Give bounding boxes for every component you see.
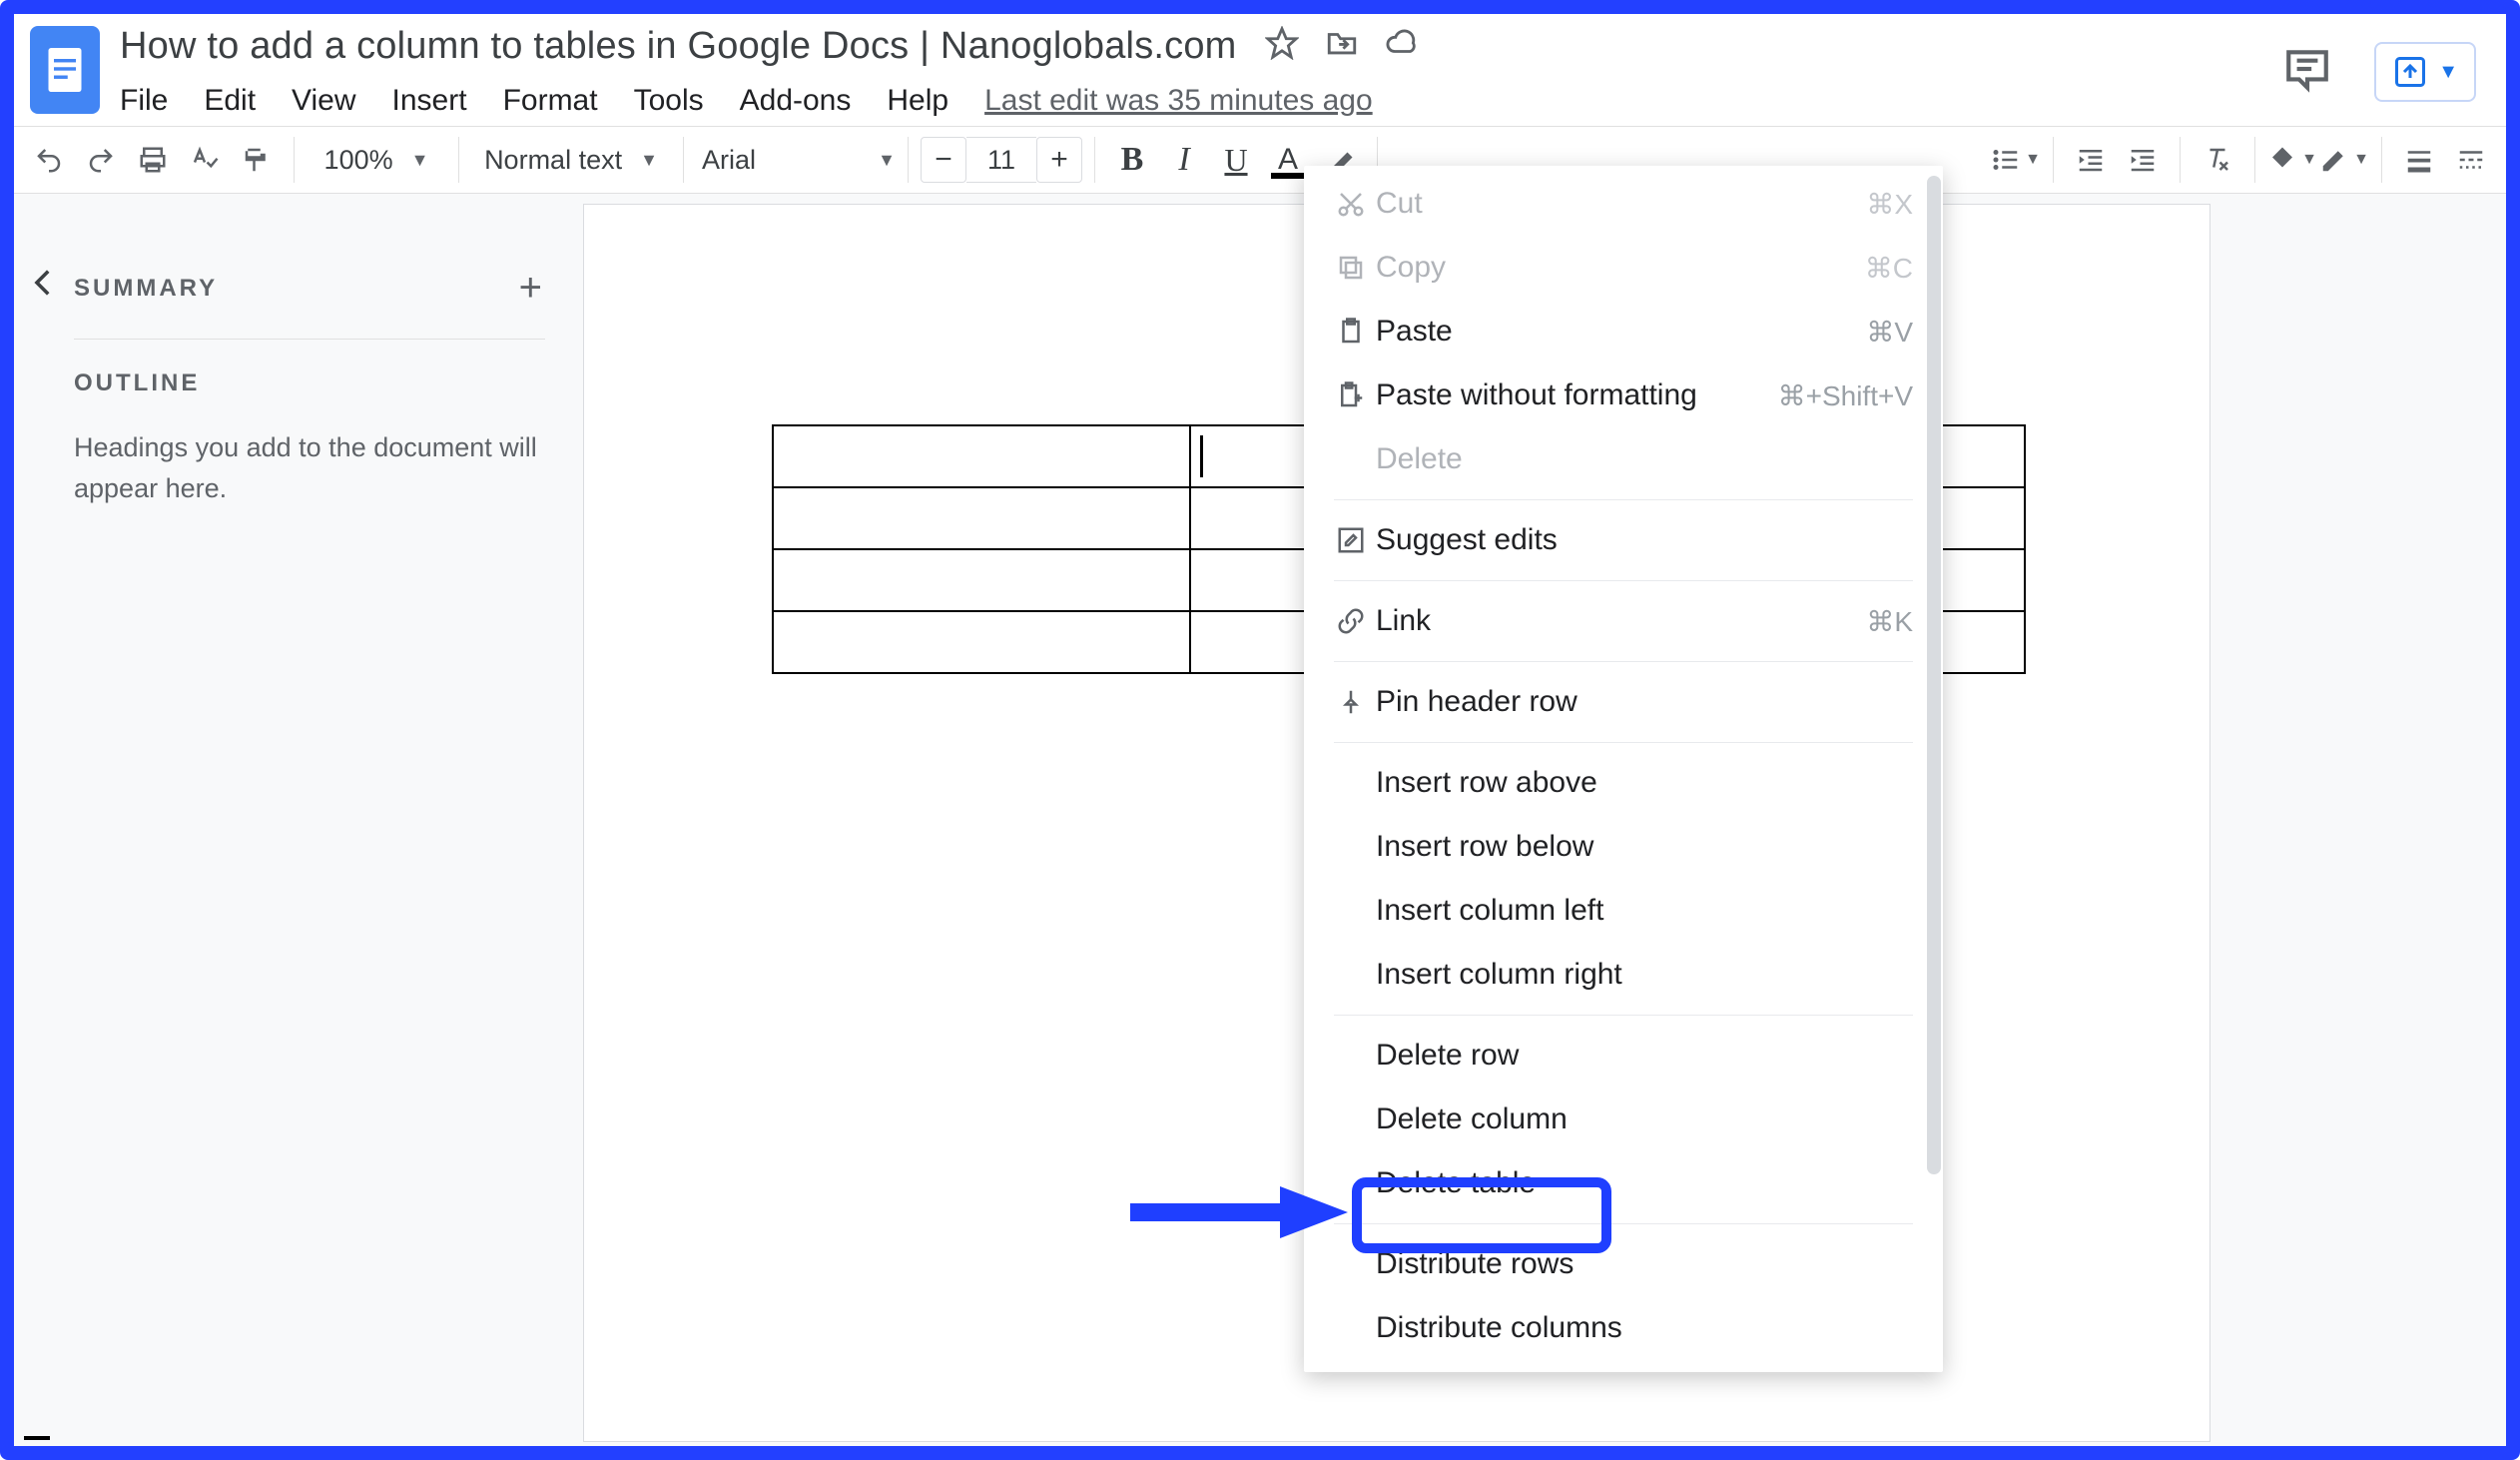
fill-color-button[interactable]: ▼ — [2267, 135, 2317, 185]
font-size-decrease[interactable]: − — [921, 137, 966, 183]
menu-format[interactable]: Format — [503, 84, 598, 118]
context-menu: Cut⌘X Copy⌘C Paste⌘V Paste without forma… — [1304, 166, 1943, 1372]
cm-distribute-columns[interactable]: Distribute columns — [1304, 1296, 1943, 1360]
open-comments-icon[interactable] — [2282, 44, 2332, 101]
hide-outline-icon[interactable] — [27, 266, 61, 1446]
border-style-button[interactable] — [2446, 135, 2496, 185]
cm-paste[interactable]: Paste⌘V — [1304, 300, 1943, 364]
toolbar: 100%▼ Normal text▼ Arial▼ − 11 + B I U A… — [14, 126, 2506, 194]
bold-button[interactable]: B — [1107, 135, 1157, 185]
outline-empty-text: Headings you add to the document will ap… — [74, 427, 545, 508]
clear-formatting-button[interactable] — [2193, 135, 2242, 185]
chevron-down-icon: ▼ — [2438, 61, 2458, 84]
cm-delete-table[interactable]: Delete table — [1304, 1151, 1943, 1215]
outline-heading: OUTLINE — [74, 369, 545, 427]
border-color-button[interactable]: ▼ — [2319, 135, 2369, 185]
text-cursor — [1200, 435, 1203, 477]
menu-insert[interactable]: Insert — [392, 84, 467, 118]
cm-suggest-edits[interactable]: Suggest edits — [1304, 508, 1943, 572]
cm-insert-column-left[interactable]: Insert column left — [1304, 879, 1943, 943]
redo-button[interactable] — [76, 135, 126, 185]
cm-cut: Cut⌘X — [1304, 172, 1943, 236]
spellcheck-button[interactable] — [180, 135, 230, 185]
summary-heading: SUMMARY — [74, 275, 218, 303]
cm-delete: Delete — [1304, 427, 1943, 491]
paint-format-button[interactable] — [232, 135, 282, 185]
copy-icon — [1326, 253, 1376, 283]
docs-logo-icon[interactable] — [30, 26, 100, 114]
bulleted-list-button[interactable]: ▼ — [1991, 135, 2041, 185]
menu-edit[interactable]: Edit — [204, 84, 256, 118]
italic-button[interactable]: I — [1159, 135, 1209, 185]
menu-file[interactable]: File — [120, 84, 168, 118]
underline-button[interactable]: U — [1211, 135, 1261, 185]
cm-insert-column-right[interactable]: Insert column right — [1304, 943, 1943, 1007]
border-width-button[interactable] — [2394, 135, 2444, 185]
font-family-select[interactable]: Arial▼ — [696, 135, 896, 185]
cm-delete-column[interactable]: Delete column — [1304, 1088, 1943, 1151]
move-to-folder-icon[interactable] — [1325, 26, 1359, 67]
font-size-input[interactable]: 11 — [966, 137, 1036, 183]
cm-insert-row-above[interactable]: Insert row above — [1304, 751, 1943, 815]
title-bar: How to add a column to tables in Google … — [14, 14, 2506, 126]
document-title[interactable]: How to add a column to tables in Google … — [120, 25, 1237, 68]
increase-indent-button[interactable] — [2118, 135, 2168, 185]
cloud-status-icon[interactable] — [1385, 26, 1419, 67]
link-icon — [1326, 606, 1376, 636]
menu-help[interactable]: Help — [887, 84, 948, 118]
undo-button[interactable] — [24, 135, 74, 185]
cm-copy: Copy⌘C — [1304, 236, 1943, 300]
paste-icon — [1326, 317, 1376, 347]
print-button[interactable] — [128, 135, 178, 185]
menu-tools[interactable]: Tools — [634, 84, 704, 118]
paragraph-style-select[interactable]: Normal text▼ — [471, 135, 671, 185]
pin-icon — [1326, 687, 1376, 717]
cm-link[interactable]: Link⌘K — [1304, 589, 1943, 653]
paste-plain-icon — [1326, 380, 1376, 410]
cm-insert-row-below[interactable]: Insert row below — [1304, 815, 1943, 879]
cm-delete-row[interactable]: Delete row — [1304, 1024, 1943, 1088]
zoom-select[interactable]: 100%▼ — [307, 135, 446, 185]
cm-paste-without-formatting[interactable]: Paste without formatting⌘+Shift+V — [1304, 364, 1943, 427]
cut-icon — [1326, 189, 1376, 219]
last-edit-link[interactable]: Last edit was 35 minutes ago — [984, 84, 1373, 118]
context-menu-scrollbar[interactable] — [1927, 176, 1941, 1194]
add-summary-button[interactable]: + — [519, 266, 545, 311]
suggest-icon — [1326, 525, 1376, 555]
decrease-indent-button[interactable] — [2066, 135, 2116, 185]
menu-bar: File Edit View Insert Format Tools Add-o… — [120, 76, 2282, 126]
star-icon[interactable] — [1265, 26, 1299, 67]
font-size-increase[interactable]: + — [1036, 137, 1082, 183]
share-button[interactable]: ▼ — [2374, 42, 2476, 102]
outline-panel: SUMMARY + OUTLINE Headings you add to th… — [74, 194, 573, 1446]
menu-addons[interactable]: Add-ons — [740, 84, 852, 118]
menu-view[interactable]: View — [292, 84, 355, 118]
cm-distribute-rows[interactable]: Distribute rows — [1304, 1232, 1943, 1296]
cm-pin-header-row[interactable]: Pin header row — [1304, 670, 1943, 734]
